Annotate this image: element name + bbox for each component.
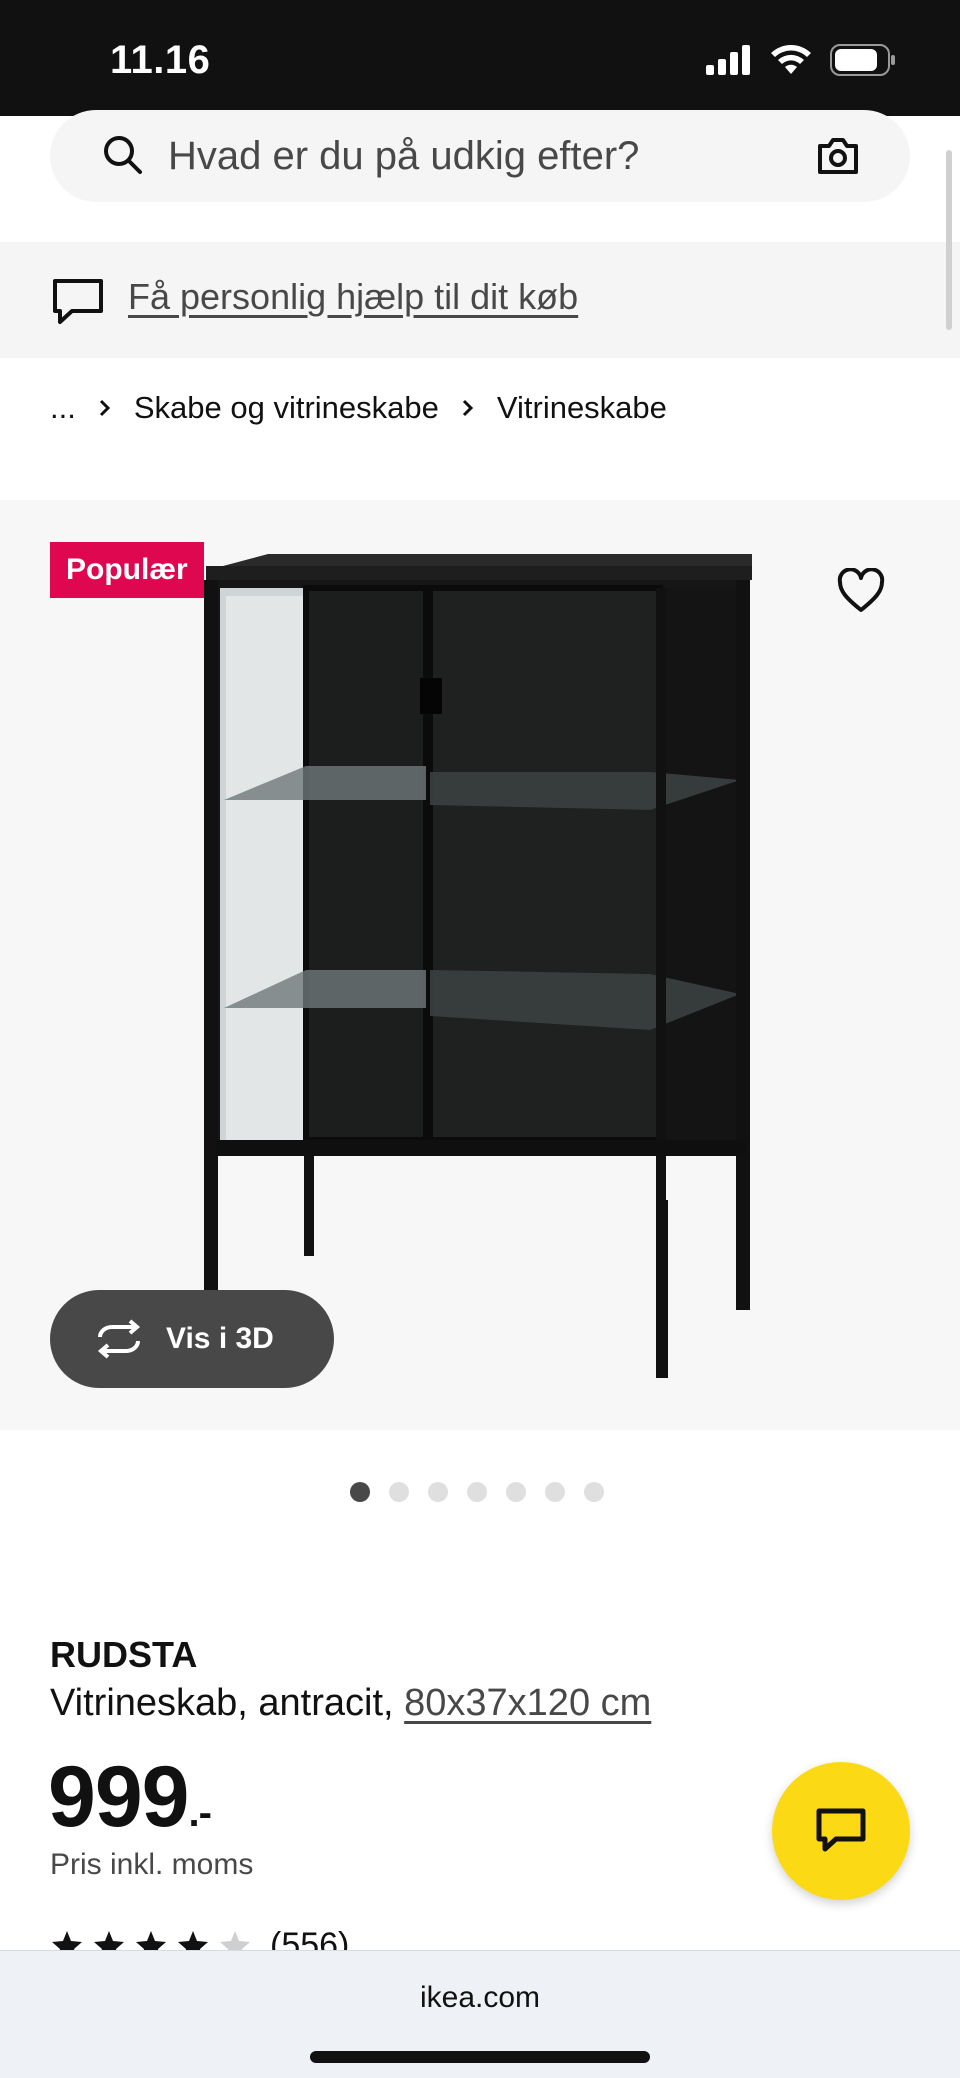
product-price: 999.- [48,1748,212,1847]
chevron-right-icon [98,397,112,419]
view-3d-button[interactable]: Vis i 3D [50,1290,334,1388]
status-bar: 11.16 [0,0,960,116]
image-pager [350,1482,604,1502]
breadcrumb: ... Skabe og vitrineskabe Vitrineskabe [50,390,667,426]
chat-bubble-icon [53,279,103,324]
product-description: Vitrineskab, antracit, 80x37x120 cm [50,1682,651,1725]
chat-icon [816,1808,866,1852]
popular-badge: Populær [50,542,204,598]
breadcrumb-item-display-cabinets[interactable]: Vitrineskabe [497,390,667,426]
home-indicator[interactable] [310,2051,650,2063]
browser-url[interactable]: ikea.com [0,1981,960,2015]
price-suffix: .- [188,1791,212,1835]
pager-dot[interactable] [350,1482,370,1502]
product-type: Vitrineskab, antracit, [50,1682,394,1724]
pager-dot[interactable] [467,1482,487,1502]
camera-icon[interactable] [808,126,868,186]
price-note: Pris inkl. moms [50,1848,254,1881]
heart-icon [837,568,885,612]
search-input[interactable]: Hvad er du på udkig efter? [168,134,639,179]
breadcrumb-item-cabinets[interactable]: Skabe og vitrineskabe [134,390,439,426]
product-name: RUDSTA [50,1634,198,1675]
personal-help-link[interactable]: Få personlig hjælp til dit køb [128,276,578,318]
help-banner: Få personlig hjælp til dit køb [0,242,960,358]
price-value: 999 [48,1749,189,1845]
product-dimensions-link[interactable]: 80x37x120 cm [404,1682,651,1724]
search-bar[interactable]: Hvad er du på udkig efter? [50,110,910,202]
status-time: 11.16 [110,38,211,82]
pager-dot[interactable] [428,1482,448,1502]
cellular-signal-icon [706,45,750,75]
status-icons [706,44,896,76]
chevron-right-icon [461,397,475,419]
pager-dot[interactable] [389,1482,409,1502]
battery-icon [830,44,895,76]
rotate-3d-icon [97,1319,141,1359]
browser-bar: ikea.com [0,1950,960,2078]
search-icon [104,136,142,174]
chat-button[interactable] [772,1762,910,1900]
breadcrumb-ellipsis[interactable]: ... [50,390,76,426]
pager-dot[interactable] [506,1482,526,1502]
view-3d-label: Vis i 3D [166,1322,274,1355]
scroll-indicator [946,150,952,330]
pager-dot[interactable] [545,1482,565,1502]
pager-dot[interactable] [584,1482,604,1502]
wifi-icon [771,45,811,74]
favorite-button[interactable] [820,550,902,632]
